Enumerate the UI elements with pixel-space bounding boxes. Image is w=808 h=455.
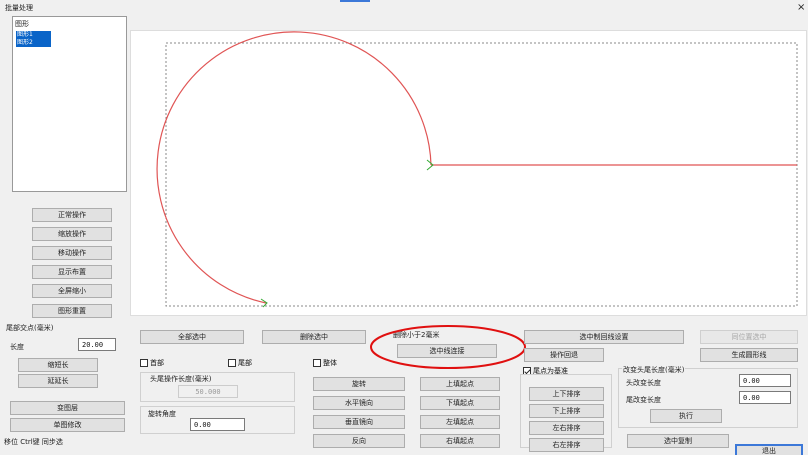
delete-selected-button[interactable]: 删除选中 [262, 330, 366, 344]
sort-down-up-button[interactable]: 下上排序 [529, 404, 604, 418]
undo-op-button[interactable]: 操作回退 [524, 348, 604, 362]
normal-op-button[interactable]: 正常操作 [32, 208, 112, 222]
head-tail-len-input[interactable]: 50.000 [178, 385, 238, 398]
head-checkbox[interactable]: 首部 [140, 358, 164, 368]
length-input[interactable]: 20.00 [78, 338, 116, 351]
head-change-label: 头改变长度 [626, 379, 661, 387]
fullscreen-shrink-button[interactable]: 全屏缩小 [32, 284, 112, 298]
move-down-start-button[interactable]: 下填起点 [420, 396, 500, 410]
drawing-canvas[interactable] [130, 30, 807, 316]
reverse-button[interactable]: 反向 [313, 434, 405, 448]
close-icon[interactable]: × [797, 2, 805, 13]
zoom-op-button[interactable]: 缩放操作 [32, 227, 112, 241]
move-up-start-button[interactable]: 上填起点 [420, 377, 500, 391]
move-right-start-button[interactable]: 右填起点 [420, 434, 500, 448]
layer-list-header: 图形 [15, 20, 29, 28]
single-modify-button[interactable]: 单图修改 [10, 418, 125, 432]
length-label: 长度 [10, 343, 24, 351]
shorten-button[interactable]: 缩短长 [18, 358, 98, 372]
execute-button[interactable]: 执行 [650, 409, 722, 423]
head-change-input[interactable]: 0.00 [739, 374, 791, 387]
reset-shape-button[interactable]: 图形重置 [32, 304, 112, 318]
layer-item[interactable]: 图形2 [16, 39, 51, 47]
rotate-angle-label: 旋转角度 [148, 410, 176, 418]
rotate-button[interactable]: 旋转 [313, 377, 405, 391]
exit-button[interactable]: 退出 [735, 444, 803, 455]
same-pos-select-button[interactable]: 同位置选中 [700, 330, 798, 344]
canvas-bounds-rect [165, 42, 798, 307]
sort-right-left-button[interactable]: 右左排序 [529, 438, 604, 452]
mirror-v-button[interactable]: 垂直镜向 [313, 415, 405, 429]
change-layer-button[interactable]: 变图层 [10, 401, 125, 415]
highlight-ellipse [370, 325, 526, 369]
title-accent-bar [340, 0, 370, 2]
semicircle-curve [156, 31, 432, 304]
tail-change-label: 尾改变长度 [626, 396, 661, 404]
head-tail-len-label: 头尾操作长度(毫米) [150, 375, 212, 383]
sort-left-right-button[interactable]: 左右排序 [529, 421, 604, 435]
selected-spring-settings-button[interactable]: 选中制回线设置 [524, 330, 684, 344]
move-op-button[interactable]: 移动操作 [32, 246, 112, 260]
selected-copy-button[interactable]: 选中复制 [627, 434, 729, 448]
layer-list[interactable]: 图形 图形1 图形2 [12, 16, 127, 192]
select-all-button[interactable]: 全部选中 [140, 330, 244, 344]
tail-checkbox[interactable]: 尾部 [228, 358, 252, 368]
window-title: 批量处理 [5, 4, 33, 12]
mirror-h-button[interactable]: 水平镜向 [313, 396, 405, 410]
extend-button[interactable]: 延延长 [18, 374, 98, 388]
rotate-angle-input[interactable]: 0.00 [190, 418, 245, 431]
layer-item[interactable]: 图形1 [16, 31, 51, 39]
hint-text: 移位 Ctrl键 同步选 [4, 438, 63, 446]
sort-up-down-button[interactable]: 上下排序 [529, 387, 604, 401]
move-left-start-button[interactable]: 左填起点 [420, 415, 500, 429]
gen-circle-button[interactable]: 生成圆形线 [700, 348, 798, 362]
show-layout-button[interactable]: 显示布置 [32, 265, 112, 279]
whole-checkbox[interactable]: 整体 [313, 358, 337, 368]
tail-section-label: 尾部交点(毫米) [6, 324, 54, 332]
change-len-label: 改变头尾长度(毫米) [622, 365, 686, 375]
tail-change-input[interactable]: 0.00 [739, 391, 791, 404]
